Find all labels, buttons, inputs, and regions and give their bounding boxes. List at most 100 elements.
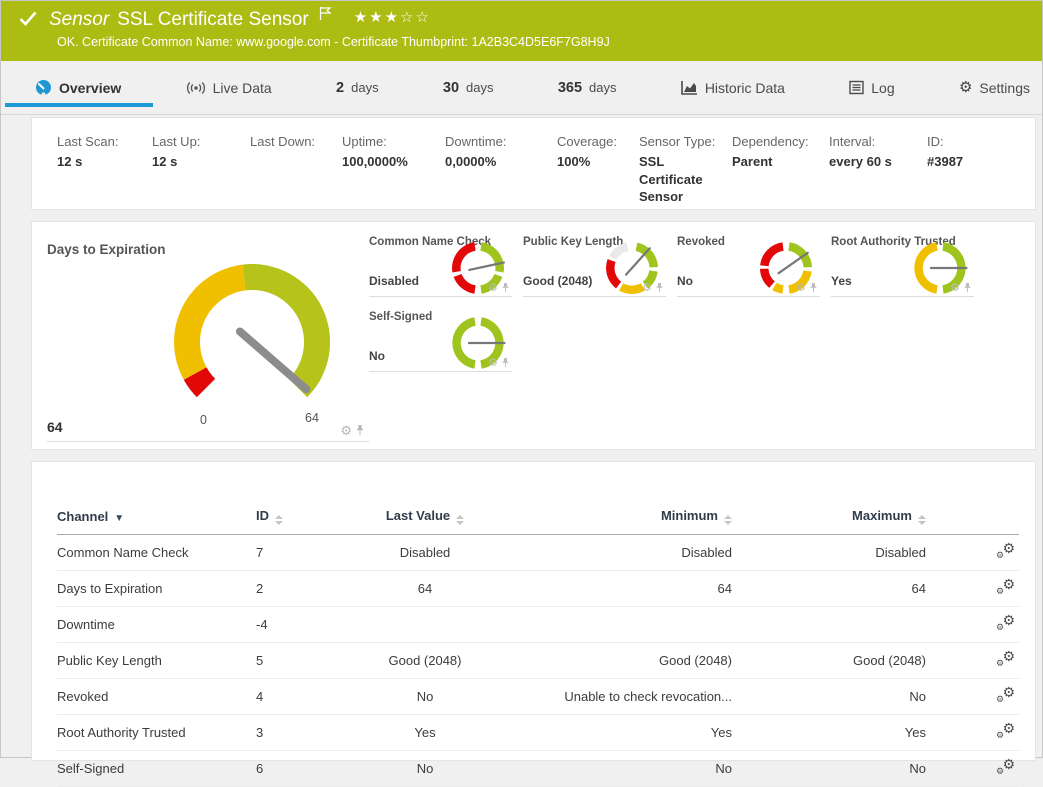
tab-live-data[interactable]: Live Data — [182, 61, 276, 115]
tab-label: days — [589, 80, 616, 95]
tab-30-days[interactable]: 30days — [439, 61, 498, 115]
cell-last-value: Disabled — [350, 535, 504, 571]
table-row-public-key-length: Public Key Length5Good (2048)Good (2048)… — [57, 643, 1019, 679]
info-value: Parent — [732, 153, 821, 171]
cell-minimum: No — [504, 751, 736, 787]
tab-365-days[interactable]: 365days — [554, 61, 621, 115]
gauge-cell-revoked: RevokedNo⚙ — [677, 232, 820, 297]
gauge-current-value: Good (2048) — [523, 274, 592, 288]
channel-settings-button[interactable]: ⚙⚙ — [997, 651, 1015, 667]
channel-name[interactable]: Days to Expiration — [57, 571, 256, 607]
gauge-current-value: Disabled — [369, 274, 419, 288]
col-header-maximum[interactable]: Maximum — [736, 502, 930, 535]
sort-icon[interactable] — [456, 515, 464, 525]
channel-name[interactable]: Self-Signed — [57, 751, 256, 787]
gauge-current-value: Yes — [831, 274, 852, 288]
sensor-header: Sensor SSL Certificate Sensor ★★★☆☆ OK. … — [1, 1, 1042, 61]
gauge-title: Days to Expiration — [47, 234, 369, 257]
tab-log[interactable]: Log — [845, 61, 898, 115]
info-item-last-up: Last Up:12 s — [152, 134, 250, 209]
cell-actions: ⚙⚙ — [930, 715, 1019, 751]
gauge-pin-icon[interactable] — [963, 282, 972, 294]
info-label: Last Up: — [152, 134, 242, 149]
cell-maximum: 64 — [736, 571, 930, 607]
flag-icon[interactable] — [319, 6, 332, 26]
info-item-coverage: Coverage:100% — [557, 134, 639, 209]
col-header-actions — [930, 502, 1019, 535]
channel-name[interactable]: Revoked — [57, 679, 256, 715]
channel-name[interactable]: Public Key Length — [57, 643, 256, 679]
sensor-info-strip: Last Scan:12 sLast Up:12 sLast Down:Upti… — [31, 117, 1036, 210]
sort-icon[interactable] — [918, 515, 926, 525]
sort-icon[interactable] — [275, 515, 283, 525]
table-row-root-authority-trusted: Root Authority Trusted3YesYesYes⚙⚙ — [57, 715, 1019, 751]
channel-settings-button[interactable]: ⚙⚙ — [997, 723, 1015, 739]
gauge-cell-days-to-expiration: Days to Expiration 0 64 64 ⚙ — [47, 234, 369, 442]
gauge-cell-root-authority-trusted: Root Authority TrustedYes⚙ — [831, 232, 974, 297]
cell-id: 4 — [256, 679, 350, 715]
info-value: SSL Certificate Sensor — [639, 153, 724, 206]
sort-icon[interactable] — [724, 515, 732, 525]
channel-name[interactable]: Common Name Check — [57, 535, 256, 571]
tab-settings[interactable]: ⚙Settings — [955, 61, 1034, 115]
info-label: Interval: — [829, 134, 919, 149]
gauge-settings-icon[interactable]: ⚙ — [340, 424, 352, 437]
gauge-current-value: No — [677, 274, 693, 288]
gauge-settings-icon[interactable]: ⚙ — [796, 283, 806, 294]
cell-maximum — [736, 607, 930, 643]
gauge-pin-icon[interactable] — [501, 357, 510, 369]
tab-overview[interactable]: Overview — [31, 61, 125, 115]
tab-label: Overview — [59, 80, 121, 96]
cell-last-value: Good (2048) — [350, 643, 504, 679]
channel-settings-button[interactable]: ⚙⚙ — [997, 543, 1015, 559]
cell-maximum: Disabled — [736, 535, 930, 571]
gauge-settings-icon[interactable]: ⚙ — [488, 358, 498, 369]
cell-last-value: No — [350, 679, 504, 715]
col-header-id[interactable]: ID — [256, 502, 350, 535]
page-title: SSL Certificate Sensor — [117, 9, 309, 31]
gauge-action-icons: ⚙ — [950, 282, 972, 294]
channel-settings-button[interactable]: ⚙⚙ — [997, 579, 1015, 595]
info-label: Dependency: — [732, 134, 821, 149]
cell-actions: ⚙⚙ — [930, 679, 1019, 715]
col-label: Maximum — [852, 508, 912, 523]
gauge-settings-icon[interactable]: ⚙ — [950, 283, 960, 294]
priority-stars[interactable]: ★★★☆☆ — [354, 8, 431, 26]
gauge-pin-icon[interactable] — [809, 282, 818, 294]
col-header-minimum[interactable]: Minimum — [504, 502, 736, 535]
days-to-expiration-gauge — [147, 256, 357, 408]
live-icon — [186, 81, 206, 95]
cell-minimum: Unable to check revocation... — [504, 679, 736, 715]
info-item-interval: Interval:every 60 s — [829, 134, 927, 209]
channel-settings-button[interactable]: ⚙⚙ — [997, 759, 1015, 775]
gauge-cell-self-signed: Self-SignedNo⚙ — [369, 307, 512, 372]
cell-minimum: Yes — [504, 715, 736, 751]
table-row-revoked: Revoked4NoUnable to check revocation...N… — [57, 679, 1019, 715]
cell-id: 3 — [256, 715, 350, 751]
gauge-pin-icon[interactable] — [355, 424, 365, 437]
gauge-scale-max: 64 — [305, 411, 319, 425]
cell-last-value: 64 — [350, 571, 504, 607]
cell-actions: ⚙⚙ — [930, 751, 1019, 787]
channel-name[interactable]: Root Authority Trusted — [57, 715, 256, 751]
gauge-action-icons: ⚙ — [642, 282, 664, 294]
table-row-common-name-check: Common Name Check7DisabledDisabledDisabl… — [57, 535, 1019, 571]
gauge-scale-min: 0 — [200, 413, 207, 427]
table-header-row: Channel▼ID Last Value Minimum Maximum — [57, 502, 1019, 535]
col-header-channel[interactable]: Channel▼ — [57, 502, 256, 535]
channel-settings-button[interactable]: ⚙⚙ — [997, 687, 1015, 703]
info-item-sensor-type: Sensor Type:SSL Certificate Sensor — [639, 134, 732, 209]
sort-desc-icon[interactable]: ▼ — [114, 513, 124, 524]
tab-2-days[interactable]: 2days — [332, 61, 383, 115]
gauge-settings-icon[interactable]: ⚙ — [642, 283, 652, 294]
cell-id: 2 — [256, 571, 350, 607]
gauge-pin-icon[interactable] — [655, 282, 664, 294]
gauge-icon — [35, 79, 52, 96]
col-header-last-value[interactable]: Last Value — [350, 502, 504, 535]
tab-historic-data[interactable]: Historic Data — [677, 61, 789, 115]
col-label: Last Value — [386, 508, 450, 523]
gauge-settings-icon[interactable]: ⚙ — [488, 283, 498, 294]
gauge-pin-icon[interactable] — [501, 282, 510, 294]
channel-name[interactable]: Downtime — [57, 607, 256, 643]
channel-settings-button[interactable]: ⚙⚙ — [997, 615, 1015, 631]
